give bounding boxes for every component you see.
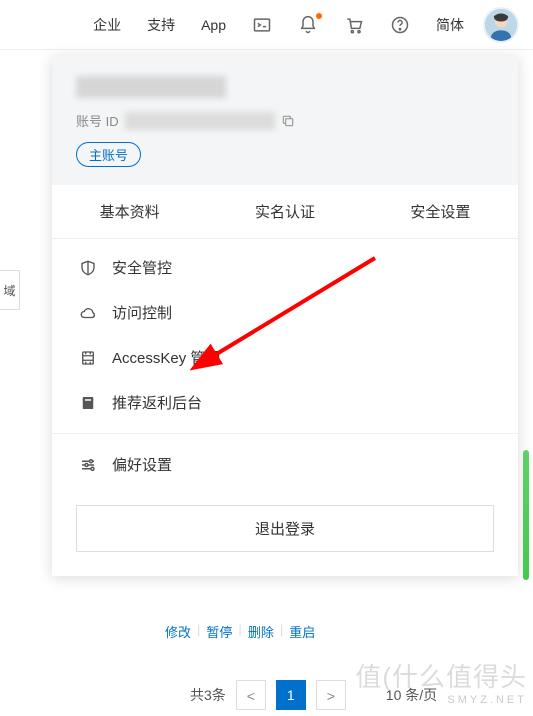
menu-access-control[interactable]: 访问控制 (52, 290, 518, 335)
link-edit[interactable]: 修改 (165, 622, 191, 641)
copy-icon[interactable] (281, 114, 295, 128)
menu-label: 访问控制 (112, 302, 172, 323)
tab-security[interactable]: 安全设置 (363, 185, 518, 238)
user-dropdown: 账号 ID 主账号 基本资料 实名认证 安全设置 安全管控 访问控制 (52, 56, 518, 576)
tab-profile[interactable]: 基本资料 (52, 185, 207, 238)
help-icon[interactable] (377, 0, 423, 50)
nav-support[interactable]: 支持 (134, 0, 188, 50)
tab-verify[interactable]: 实名认证 (207, 185, 362, 238)
sliders-icon (78, 455, 98, 475)
shield-icon (78, 258, 98, 278)
link-delete[interactable]: 删除 (248, 622, 274, 641)
terminal-icon[interactable] (239, 0, 285, 50)
logout-button[interactable]: 退出登录 (76, 505, 494, 552)
link-pause[interactable]: 暂停 (206, 622, 232, 641)
cloud-icon (78, 303, 98, 323)
cart-icon[interactable] (331, 0, 377, 50)
menu-label: 推荐返利后台 (112, 392, 202, 413)
book-icon (78, 393, 98, 413)
menu-separator (52, 433, 518, 434)
menu-accesskey[interactable]: AccessKey 管理 (52, 335, 518, 380)
menu-preference[interactable]: 偏好设置 (52, 442, 518, 487)
nav-app[interactable]: App (188, 0, 239, 50)
menu-label: 安全管控 (112, 257, 172, 278)
avatar[interactable] (483, 7, 519, 43)
nav-language[interactable]: 简体 (423, 0, 477, 50)
pager-total: 共3条 (190, 685, 226, 705)
menu-label: 偏好设置 (112, 454, 172, 475)
account-id-label: 账号 ID (76, 111, 119, 130)
account-tag: 主账号 (76, 142, 141, 167)
bell-icon[interactable] (285, 0, 331, 50)
pager-next[interactable]: > (316, 680, 346, 710)
row-actions: 修改| 暂停| 删除| 重启 (165, 622, 315, 641)
link-restart[interactable]: 重启 (289, 622, 315, 641)
account-name-redacted (76, 76, 226, 98)
ticket-icon (78, 348, 98, 368)
pager-current[interactable]: 1 (276, 680, 306, 710)
menu-security-control[interactable]: 安全管控 (52, 245, 518, 290)
scrollbar-thumb[interactable] (523, 450, 529, 580)
menu-label: AccessKey 管理 (112, 347, 220, 368)
menu-rebate[interactable]: 推荐返利后台 (52, 380, 518, 425)
notification-dot (316, 13, 322, 19)
account-id-redacted (125, 112, 275, 130)
pager-prev[interactable]: < (236, 680, 266, 710)
side-label: 域 (0, 270, 20, 310)
watermark: 值(什么值得头 SMYZ.NET (355, 657, 527, 706)
nav-enterprise[interactable]: 企业 (80, 0, 134, 50)
